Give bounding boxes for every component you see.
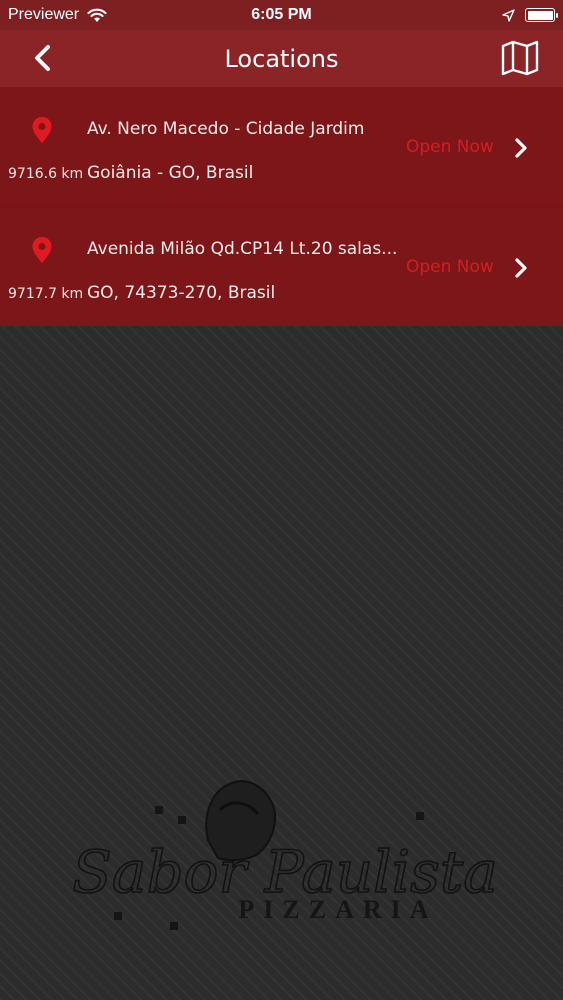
map-pin-icon <box>32 237 52 263</box>
status-bar-right <box>502 8 563 22</box>
location-status: Open Now <box>406 137 494 157</box>
battery-icon <box>525 8 558 22</box>
carrier-label: Previewer <box>8 6 80 23</box>
logo-dot <box>416 812 424 820</box>
chevron-right-icon <box>515 138 527 158</box>
location-status: Open Now <box>406 257 494 277</box>
logo-sub-text: PIZZARIA <box>238 895 437 924</box>
wifi-icon <box>87 8 107 22</box>
status-bar-left: Previewer <box>0 6 107 24</box>
logo-dot <box>155 806 163 814</box>
battery-fill <box>527 10 553 20</box>
location-distance: 9716.6 km <box>8 166 84 182</box>
page-title: Locations <box>224 44 339 73</box>
map-pin-icon <box>32 117 52 143</box>
logo-dot <box>170 922 178 930</box>
chevron-left-icon[interactable] <box>26 40 62 76</box>
location-address-line2: Goiânia - GO, Brasil <box>87 163 254 183</box>
location-row[interactable]: 9716.6 km Av. Nero Macedo - Cidade Jardi… <box>0 87 563 206</box>
location-arrow-icon <box>502 8 515 22</box>
logo-dot <box>178 816 186 824</box>
chevron-right-icon <box>515 258 527 278</box>
locations-list: 9716.6 km Av. Nero Macedo - Cidade Jardi… <box>0 87 563 326</box>
location-address-line1: Avenida Milão Qd.CP14 Lt.20 salas... <box>87 239 397 259</box>
sabor-paulista-logo: Sabor Paulista PIZZARIA <box>71 780 499 930</box>
logo-dot <box>114 912 122 920</box>
status-bar: Previewer 6:05 PM <box>0 0 563 30</box>
map-icon[interactable] <box>499 38 541 78</box>
location-row[interactable]: 9717.7 km Avenida Milão Qd.CP14 Lt.20 sa… <box>0 206 563 326</box>
location-address-line2: GO, 74373-270, Brasil <box>87 283 276 303</box>
location-address-line1: Av. Nero Macedo - Cidade Jardim <box>87 119 365 139</box>
nav-bar: Locations <box>0 30 563 87</box>
location-distance: 9717.7 km <box>8 286 84 302</box>
